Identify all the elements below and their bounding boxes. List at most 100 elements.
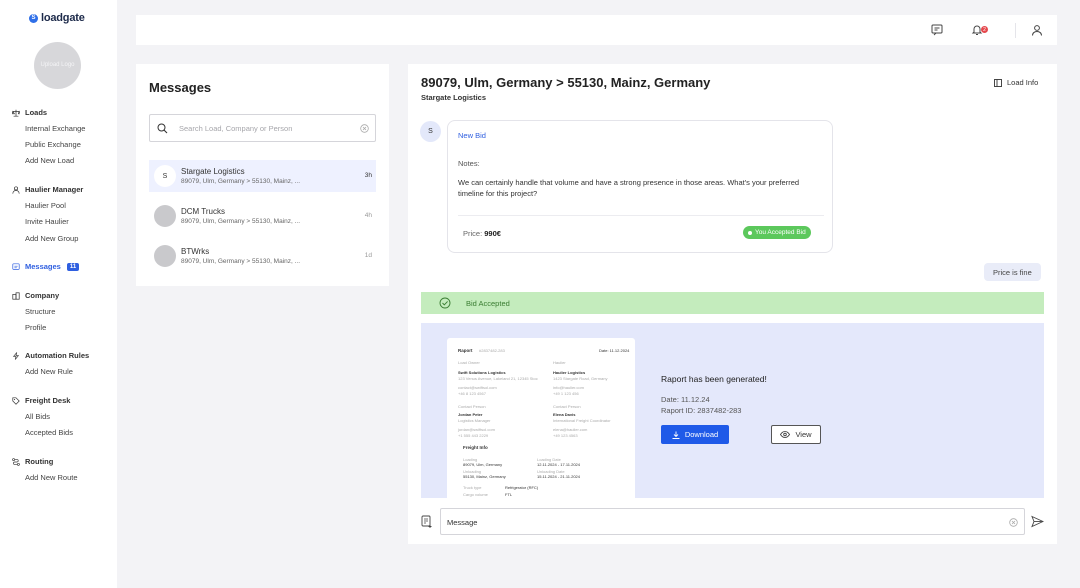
conversation-route: 89079, Ulm, Germany > 55130, Mainz, ... (181, 178, 301, 185)
report-preview-text: Swift Solutions Logistics (458, 370, 506, 375)
search-input[interactable]: Search Load, Company or Person (179, 124, 292, 133)
send-icon[interactable] (1031, 515, 1044, 528)
user-icon (12, 185, 20, 194)
report-preview-text: 89079, Ulm, Germany (463, 462, 503, 467)
status-badge-label: You Accepted Bid (755, 229, 806, 236)
nav-section-freight-desk[interactable]: Freight Desk (12, 396, 70, 405)
conversation-search[interactable]: Search Load, Company or Person (149, 114, 376, 142)
report-date: Date: 11.12.24 (661, 395, 710, 404)
chat-company-name: Stargate Logistics (421, 93, 487, 102)
nav-item-invite-haulier[interactable]: Invite Haulier (25, 217, 69, 226)
eye-icon (780, 431, 791, 438)
report-preview-text: 12.11.2024 - 17.11.2024 (537, 462, 580, 467)
bid-accepted-label: Bid Accepted (466, 299, 510, 308)
panel-icon (994, 78, 1002, 87)
bid-price: Price: 990€ (463, 229, 501, 238)
brand-logo[interactable]: S loadgate (29, 12, 85, 24)
report-preview-text: contact@swiftsol.com (458, 385, 497, 390)
conversation-item[interactable]: DCM Trucks 89079, Ulm, Germany > 55130, … (149, 200, 376, 232)
nav-item-add-new-rule[interactable]: Add New Rule (25, 367, 73, 376)
conversation-time: 1d (364, 252, 372, 259)
load-info-label: Load Info (1007, 78, 1039, 87)
nav-item-add-new-group[interactable]: Add New Group (25, 234, 78, 243)
conversation-name: BTWrks (181, 247, 210, 256)
report-preview-text: 15.11.2024 - 21.11.2024 (537, 474, 580, 479)
load-info-button[interactable]: Load Info (994, 78, 1038, 87)
bid-price-label: Price: (463, 229, 483, 238)
nav-section-company[interactable]: Company (12, 291, 59, 300)
report-preview-text: +49 1 123 456 (553, 391, 579, 396)
report-preview-text: jordan@swiftsol.com (458, 427, 495, 432)
view-button-label: View (795, 430, 812, 439)
report-preview-text: Jordan Peter (458, 412, 483, 417)
report-message: Raport #2837482-283 Date: 11.12.2024 Loa… (421, 323, 1044, 498)
bid-title: New Bid (458, 131, 486, 140)
nav-item-add-new-load[interactable]: Add New Load (25, 156, 74, 165)
nav-section-routing[interactable]: Routing (12, 457, 53, 466)
nav-section-automation-rules[interactable]: Automation Rules (12, 351, 89, 360)
nav-section-label: Messages (25, 262, 61, 271)
report-preview-text: info@haulier.com (553, 385, 584, 390)
view-button[interactable]: View (771, 425, 821, 444)
nav-section-label: Freight Desk (25, 396, 71, 405)
report-preview-text: +49 123 4563 (553, 433, 578, 438)
nav-item-add-new-route[interactable]: Add New Route (25, 473, 78, 482)
bid-notes-label: Notes: (458, 159, 480, 168)
check-circle-icon (439, 297, 451, 309)
report-preview-text: +46 8 123 4567 (458, 391, 486, 396)
report-preview-text: Logistics Manager (458, 418, 491, 423)
report-preview-text: 55130, Mainz, Germany (463, 474, 506, 479)
report-preview-text: Haulier Logistics (553, 370, 586, 375)
top-header: 2 (136, 15, 1057, 45)
nav-section-loads[interactable]: Loads (12, 108, 47, 117)
avatar: S (420, 121, 441, 142)
avatar (154, 205, 176, 227)
nav-item-accepted-bids[interactable]: Accepted Bids (25, 428, 73, 437)
nav-section-label: Automation Rules (25, 351, 90, 360)
report-preview-text: International Freight Coordinator (553, 418, 611, 423)
message-icon (12, 262, 20, 270)
header-divider (1015, 23, 1016, 38)
chat-panel: 89079, Ulm, Germany > 55130, Mainz, Germ… (408, 64, 1057, 544)
report-preview-text: Contact Person (458, 404, 486, 409)
report-preview[interactable]: Raport #2837482-283 Date: 11.12.2024 Loa… (447, 338, 635, 498)
outgoing-message: Price is fine (984, 263, 1041, 281)
tag-icon (12, 396, 20, 405)
clear-icon[interactable] (360, 124, 369, 133)
chat-icon[interactable] (931, 24, 943, 36)
report-preview-text: Contact Person (553, 404, 581, 409)
nav-item-internal-exchange[interactable]: Internal Exchange (25, 124, 85, 133)
clear-icon[interactable] (1009, 518, 1018, 527)
nav-item-all-bids[interactable]: All Bids (25, 412, 50, 421)
attach-document-icon[interactable] (421, 515, 433, 529)
conversation-name: Stargate Logistics (181, 167, 245, 176)
nav-section-label: Loads (25, 108, 48, 117)
report-preview-text: Load Owner (458, 360, 480, 365)
nav-item-profile[interactable]: Profile (25, 323, 46, 332)
message-input[interactable]: Message (440, 508, 1025, 535)
report-preview-heading: Raport (458, 348, 473, 353)
conversation-item[interactable]: BTWrks 89079, Ulm, Germany > 55130, Main… (149, 240, 376, 272)
nav-item-haulier-pool[interactable]: Haulier Pool (25, 201, 66, 210)
download-button[interactable]: Download (661, 425, 729, 444)
nav-section-label: Haulier Manager (25, 185, 84, 194)
report-id: Raport ID: 2837482-283 (661, 406, 742, 415)
report-preview-text: Truck type (463, 485, 482, 490)
divider (458, 215, 824, 216)
chat-route-title: 89079, Ulm, Germany > 55130, Mainz, Germ… (421, 75, 711, 90)
report-preview-text: Freight Info (463, 445, 488, 450)
report-preview-text: 123 Venus Avenue, Lakeland 21, 12345 Sto… (458, 376, 538, 381)
conversation-item[interactable]: S Stargate Logistics 89079, Ulm, Germany… (149, 160, 376, 192)
report-preview-text: Refrigerator (RFC) (505, 485, 539, 490)
scale-icon (12, 109, 20, 117)
report-preview-text: elena@haulier.com (553, 427, 588, 432)
upload-logo-button[interactable]: Upload Logo (34, 42, 81, 89)
nav-item-structure[interactable]: Structure (25, 307, 55, 316)
messages-count-badge: 11 (66, 262, 80, 271)
nav-section-messages[interactable]: Messages 11 (12, 262, 80, 271)
profile-icon[interactable] (1031, 24, 1043, 36)
report-preview-text: Cargo volume (463, 492, 488, 497)
nav-item-public-exchange[interactable]: Public Exchange (25, 140, 81, 149)
logo-mark-icon: S (29, 13, 38, 23)
nav-section-haulier-manager[interactable]: Haulier Manager (12, 185, 83, 194)
